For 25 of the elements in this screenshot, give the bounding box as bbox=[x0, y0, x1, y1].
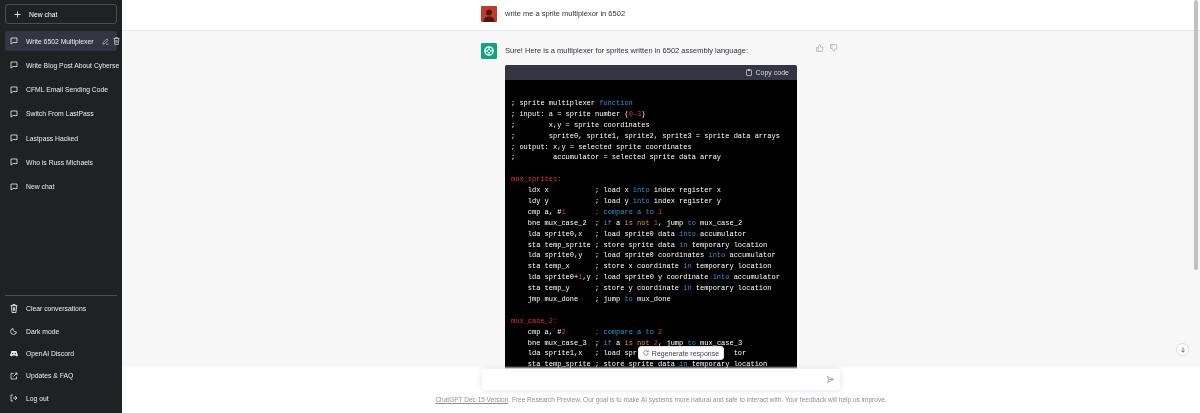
trash-icon bbox=[10, 304, 18, 314]
moon-icon bbox=[10, 327, 18, 336]
external-link-icon bbox=[10, 371, 18, 380]
scrollbar-thumb[interactable] bbox=[1194, 0, 1198, 270]
chat-bubble-icon bbox=[10, 37, 18, 45]
thumbs-up-icon[interactable] bbox=[816, 44, 824, 52]
logout-icon bbox=[10, 394, 18, 402]
send-icon[interactable] bbox=[827, 376, 834, 383]
chat-bubble-icon bbox=[10, 182, 18, 191]
thumbs-down-icon[interactable] bbox=[830, 44, 838, 52]
clipboard-icon bbox=[745, 69, 752, 76]
arrow-down-icon bbox=[1179, 346, 1186, 353]
user-avatar bbox=[481, 6, 497, 22]
pencil-icon[interactable] bbox=[101, 37, 109, 45]
refresh-icon bbox=[642, 350, 649, 356]
plus-icon bbox=[14, 10, 21, 18]
chat-bubble-icon bbox=[10, 109, 18, 118]
chat-bubble-icon bbox=[10, 158, 18, 167]
trash-icon[interactable] bbox=[112, 37, 120, 45]
chat-bubble-icon bbox=[10, 85, 18, 94]
chat-bubble-icon bbox=[10, 134, 18, 143]
controller-icon bbox=[10, 349, 18, 357]
message-input[interactable] bbox=[482, 369, 840, 390]
assistant-avatar bbox=[481, 43, 497, 59]
chat-bubble-icon bbox=[10, 61, 18, 70]
